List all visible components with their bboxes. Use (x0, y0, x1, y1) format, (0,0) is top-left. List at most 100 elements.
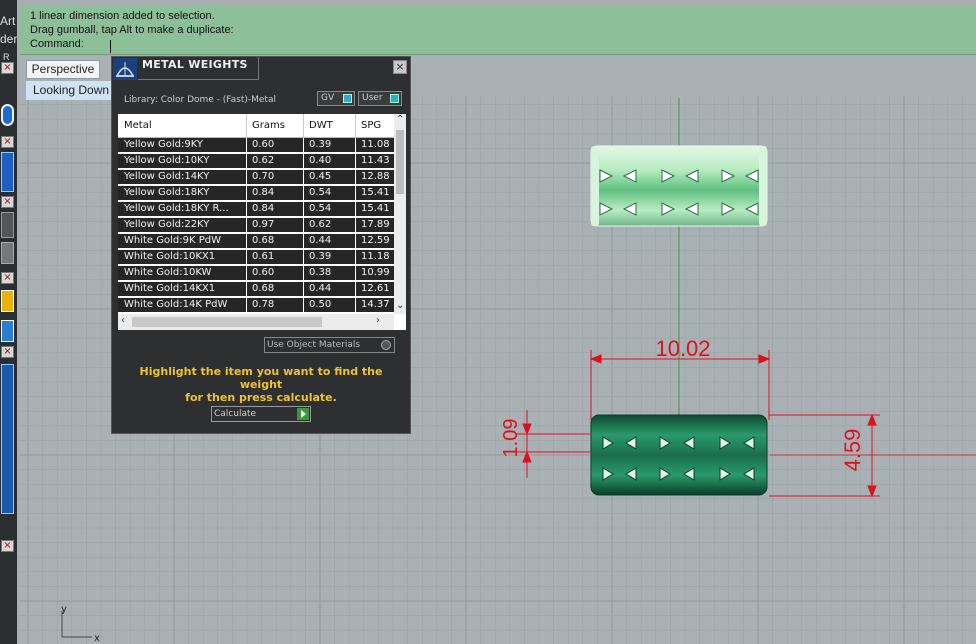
spg-cell: 15.41 (361, 187, 390, 198)
command-history-line-2: Drag gumball, tap Alt to make a duplicat… (30, 24, 234, 36)
scroll-up-icon[interactable]: ⌃ (396, 114, 404, 125)
tool-button-icon[interactable] (1, 212, 14, 238)
grams-cell: 0.84 (252, 203, 275, 214)
spg-cell: 10.99 (361, 267, 390, 278)
grams-cell: 0.61 (252, 251, 275, 262)
circle-tool-icon[interactable] (1, 104, 14, 126)
table-row[interactable]: Yellow Gold:18KY 0.84 0.54 15.41 (118, 186, 394, 201)
metal-name-cell: White Gold:10KW (124, 267, 212, 278)
close-icon[interactable]: × (1, 272, 14, 284)
command-prompt: Command: (30, 38, 84, 50)
grid-tool-icon[interactable] (1, 242, 14, 264)
table-row[interactable]: Yellow Gold:14KY 0.70 0.45 12.88 (118, 170, 394, 185)
toggle-knob-icon (390, 94, 399, 103)
command-area[interactable]: 1 linear dimension added to selection. D… (20, 6, 976, 55)
scroll-thumb[interactable] (132, 317, 322, 327)
grams-cell: 0.68 (252, 235, 275, 246)
metal-name-cell: Yellow Gold:9KY (124, 139, 203, 150)
grams-cell: 0.97 (252, 219, 275, 230)
close-icon[interactable]: × (1, 346, 14, 358)
table-row[interactable]: Yellow Gold:18KY R... 0.84 0.54 15.41 (118, 202, 394, 217)
use-object-materials-label: Use Object Materials (267, 340, 361, 350)
panel-title: METAL WEIGHTS (142, 58, 248, 71)
scroll-thumb[interactable] (396, 130, 404, 194)
dwt-cell: 0.44 (309, 235, 332, 246)
tool-button-icon[interactable] (1, 152, 14, 192)
spg-cell: 12.59 (361, 235, 390, 246)
dwt-cell: 0.62 (309, 219, 332, 230)
dwt-cell: 0.54 (309, 187, 332, 198)
grams-cell: 0.60 (252, 139, 275, 150)
render-tool-icon[interactable] (1, 320, 14, 342)
tool-palette-icon[interactable] (1, 364, 14, 514)
grams-cell: 0.68 (252, 283, 275, 294)
toolbar-label-der: der (0, 32, 18, 46)
panel-close-button[interactable]: × (393, 60, 407, 74)
metal-table[interactable]: Metal Grams DWT SPG Yellow Gold:9KY 0.60 0… (118, 114, 406, 330)
table-header: Metal Grams DWT SPG (118, 114, 394, 138)
grams-cell: 0.60 (252, 267, 275, 278)
column-header-grams[interactable]: Grams (252, 120, 285, 131)
toggle-knob-icon (343, 94, 352, 103)
selected-tube-object[interactable] (590, 145, 768, 227)
user-toggle[interactable]: User (358, 91, 402, 106)
calculate-label: Calculate (214, 409, 257, 419)
column-header-spg[interactable]: SPG (361, 120, 381, 131)
close-icon[interactable]: × (1, 136, 14, 148)
column-header-metal[interactable]: Metal (124, 120, 152, 131)
grams-cell: 0.78 (252, 299, 275, 310)
command-input[interactable] (110, 40, 111, 53)
gv-toggle[interactable]: GV (317, 91, 355, 106)
left-height-dimension[interactable] (516, 410, 591, 478)
axis-indicator: y x (61, 604, 100, 643)
table-row[interactable]: Yellow Gold:10KY 0.62 0.40 11.43 (118, 154, 394, 169)
metal-name-cell: White Gold:14K PdW (124, 299, 228, 310)
use-object-materials-toggle[interactable]: Use Object Materials (264, 337, 395, 353)
toolbar-label-art: Art (0, 14, 16, 28)
instruction-text: Highlight the item you want to find the … (122, 365, 400, 404)
view-label-looking-down[interactable]: Looking Down (26, 81, 112, 100)
table-row[interactable]: White Gold:14KX1 0.68 0.44 12.61 (118, 282, 394, 297)
metal-name-cell: Yellow Gold:10KY (124, 155, 210, 166)
calculate-button[interactable]: Calculate (211, 406, 311, 422)
table-row[interactable]: White Gold:10KW 0.60 0.38 10.99 (118, 266, 394, 281)
instruction-line-1: Highlight the item you want to find the … (139, 365, 383, 391)
scroll-right-icon[interactable]: › (376, 315, 380, 326)
spg-cell: 11.08 (361, 139, 390, 150)
table-row[interactable]: Yellow Gold:9KY 0.60 0.39 11.08 (118, 138, 394, 153)
table-row[interactable]: White Gold:9K PdW 0.68 0.44 12.59 (118, 234, 394, 249)
spg-cell: 17.89 (361, 219, 390, 230)
scroll-down-icon[interactable]: ⌄ (396, 300, 404, 311)
gv-toggle-label: GV (321, 93, 335, 103)
axis-x-label: x (94, 633, 100, 643)
user-toggle-label: User (362, 93, 383, 103)
metal-weights-panel[interactable]: METAL WEIGHTS × Library: Color Dome - (F… (111, 56, 411, 434)
scroll-left-icon[interactable]: ‹ (121, 315, 125, 326)
width-dimension-text: 10.02 (655, 336, 710, 361)
table-row[interactable]: White Gold:10KX1 0.61 0.39 11.18 (118, 250, 394, 265)
folder-tool-icon[interactable] (1, 290, 14, 312)
metal-name-cell: Yellow Gold:18KY R... (124, 203, 229, 214)
axis-y-label: y (61, 604, 67, 615)
tube-object[interactable] (590, 414, 768, 496)
metal-name-cell: White Gold:9K PdW (124, 235, 221, 246)
table-row[interactable]: White Gold:14K PdW 0.78 0.50 14.37 (118, 298, 394, 313)
dwt-cell: 0.39 (309, 251, 332, 262)
column-header-dwt[interactable]: DWT (309, 120, 333, 131)
metal-name-cell: White Gold:10KX1 (124, 251, 216, 262)
vertical-scrollbar[interactable]: ⌃ ⌄ (394, 114, 406, 314)
dwt-cell: 0.40 (309, 155, 332, 166)
spg-cell: 11.18 (361, 251, 390, 262)
tab-perspective[interactable]: Perspective (26, 60, 100, 79)
play-arrow-icon (297, 408, 309, 420)
horizontal-scrollbar[interactable]: ‹ › (118, 314, 394, 330)
toolbar-label-r: R (3, 52, 10, 62)
table-row[interactable]: Yellow Gold:22KY 0.97 0.62 17.89 (118, 218, 394, 233)
close-icon[interactable]: × (1, 196, 14, 208)
command-history-line-1: 1 linear dimension added to selection. (30, 10, 215, 22)
metal-name-cell: White Gold:14KX1 (124, 283, 216, 294)
panel-title-bar[interactable]: METAL WEIGHTS × (112, 57, 410, 81)
close-icon[interactable]: × (1, 540, 14, 552)
close-icon[interactable]: × (1, 62, 14, 74)
dwt-cell: 0.38 (309, 267, 332, 278)
